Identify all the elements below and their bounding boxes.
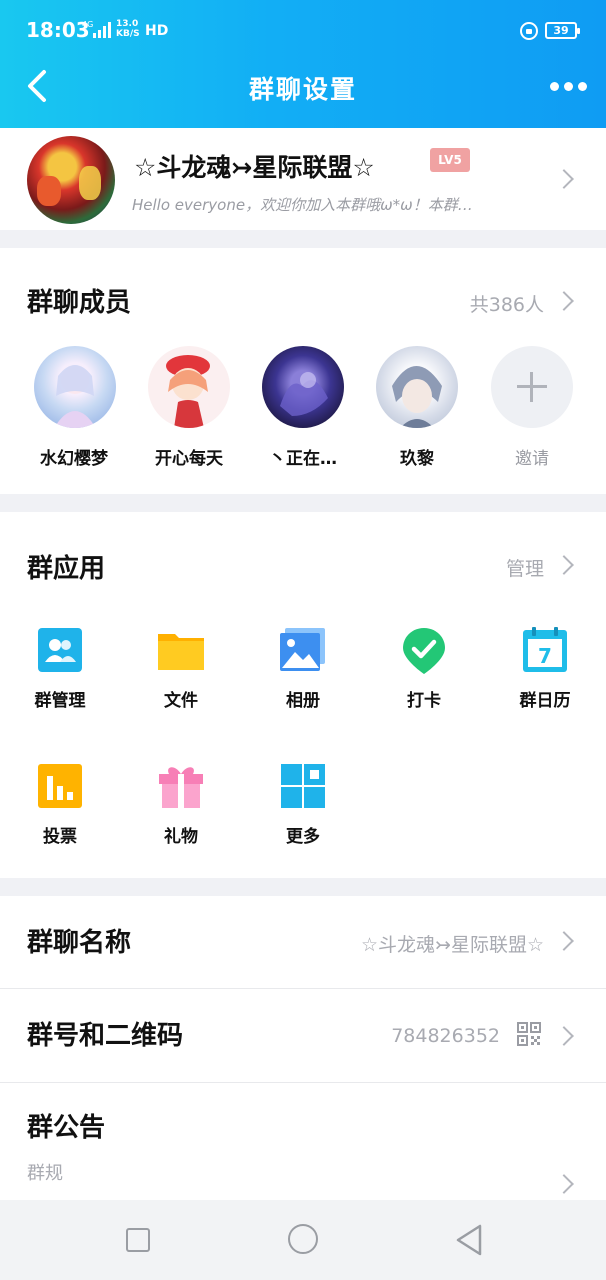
members-title: 群聊成员 <box>27 288 132 318</box>
svg-text:7: 7 <box>538 644 552 668</box>
app-label: 相册 <box>286 691 320 711</box>
member-name: 玖黎 <box>400 449 434 469</box>
group-notice-preview: 群规 <box>27 1163 63 1184</box>
app-vote[interactable]: 投票 <box>4 762 114 872</box>
group-description: Hello everyone，欢迎你加入本群哦ω*ω！本群… <box>132 196 473 214</box>
group-name: ☆斗龙魂↣星际联盟☆ <box>134 153 375 182</box>
rotation-lock-icon <box>520 22 538 40</box>
calendar-icon: 7 <box>523 627 567 672</box>
app-group-manage[interactable]: 群管理 <box>4 626 114 736</box>
app-label: 文件 <box>164 691 198 711</box>
page-title: 群聊设置 <box>248 75 357 104</box>
member-avatar[interactable] <box>376 346 458 428</box>
network-type: 4G <box>82 20 94 29</box>
member-count[interactable]: 共386人 <box>470 290 544 317</box>
folder-icon <box>158 634 204 670</box>
chevron-right-icon <box>554 1026 574 1046</box>
speed-unit: KB/S <box>116 29 140 39</box>
gift-icon <box>159 767 203 808</box>
member-avatar-art <box>166 355 210 428</box>
app-label: 群管理 <box>34 691 86 711</box>
invite-label: 邀请 <box>515 449 549 469</box>
member-name: 水幻樱梦 <box>40 449 108 469</box>
member-avatar[interactable] <box>148 346 230 428</box>
system-nav-bar <box>0 1200 606 1280</box>
check-in-icon <box>403 628 445 674</box>
level-badge: LV5 <box>430 148 470 172</box>
signal-icon <box>93 22 111 38</box>
app-label: 更多 <box>286 827 320 847</box>
group-apps-section: 群应用 管理 群管理 文件 相册 打卡 7 群日历 投票 礼物 更多 <box>0 512 606 878</box>
more-dots-icon <box>550 82 559 91</box>
recent-apps-icon[interactable] <box>126 1228 150 1252</box>
member-avatar-art <box>392 366 442 428</box>
group-id-row[interactable]: 群号和二维码 784826352 <box>0 989 606 1082</box>
group-notice-row[interactable]: 群公告 群规 <box>0 1083 606 1200</box>
group-name-row-value: ☆斗龙魂↣星际联盟☆ <box>361 934 544 956</box>
network-speed: 13.0 KB/S <box>116 19 140 39</box>
member-avatar[interactable] <box>34 346 116 428</box>
chevron-right-icon[interactable] <box>554 555 574 575</box>
group-notice-title: 群公告 <box>27 1113 106 1143</box>
header: 18:03 4G 13.0 KB/S HD 39 群聊设置 <box>0 0 606 128</box>
app-label: 礼物 <box>164 827 198 847</box>
system-back-icon[interactable] <box>455 1224 483 1256</box>
app-gift[interactable]: 礼物 <box>125 762 235 872</box>
qr-code-icon <box>517 1022 541 1046</box>
group-name-row[interactable]: 群聊名称 ☆斗龙魂↣星际联盟☆ <box>0 896 606 988</box>
vote-icon <box>38 764 82 808</box>
member-avatar[interactable] <box>262 346 344 428</box>
photo-album-icon <box>280 628 325 671</box>
member-avatar-art <box>280 372 328 416</box>
chevron-right-icon <box>554 1174 574 1194</box>
app-calendar[interactable]: 7 群日历 <box>489 626 599 736</box>
members-section: 群聊成员 共386人 水幻樱梦 开心每天 丶正在… 玖黎 邀请 <box>0 248 606 494</box>
app-label: 打卡 <box>407 691 441 711</box>
more-apps-icon <box>281 764 325 808</box>
invite-button[interactable] <box>491 346 573 428</box>
app-check-in[interactable]: 打卡 <box>368 626 478 736</box>
app-label: 群日历 <box>519 691 571 711</box>
group-id-row-title: 群号和二维码 <box>27 1021 184 1051</box>
status-time: 18:03 <box>26 18 90 42</box>
hd-indicator: HD <box>145 23 169 39</box>
chevron-right-icon <box>554 169 574 189</box>
speed-value: 13.0 <box>116 19 139 29</box>
chevron-right-icon[interactable] <box>554 291 574 311</box>
group-manage-icon <box>38 628 82 672</box>
apps-manage-link[interactable]: 管理 <box>506 554 544 581</box>
chevron-right-icon <box>554 931 574 951</box>
app-files[interactable]: 文件 <box>125 626 235 736</box>
status-bar: 18:03 4G 13.0 KB/S HD 39 <box>0 0 606 62</box>
app-more[interactable]: 更多 <box>247 762 357 872</box>
group-name-row-title: 群聊名称 <box>27 928 132 958</box>
home-icon[interactable] <box>288 1224 318 1254</box>
group-avatar <box>27 136 115 224</box>
more-button[interactable] <box>550 80 590 94</box>
battery-icon: 39 <box>545 22 580 39</box>
apps-title: 群应用 <box>27 554 106 584</box>
group-id-value: 784826352 <box>391 1025 500 1047</box>
member-avatar-art <box>54 365 96 428</box>
member-name: 丶正在… <box>269 449 337 469</box>
app-label: 投票 <box>43 827 77 847</box>
app-album[interactable]: 相册 <box>247 626 357 736</box>
group-profile-card[interactable]: ☆斗龙魂↣星际联盟☆ LV5 Hello everyone，欢迎你加入本群哦ω*… <box>0 128 606 230</box>
member-name: 开心每天 <box>155 449 223 469</box>
